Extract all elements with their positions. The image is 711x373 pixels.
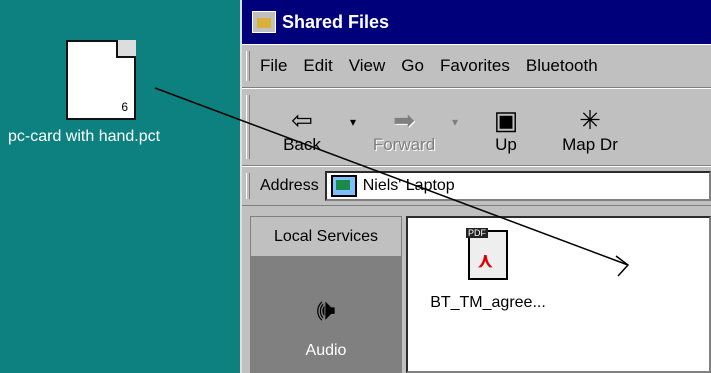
title-bar[interactable]: Shared Files: [242, 0, 711, 44]
forward-dropdown-icon[interactable]: ▾: [446, 115, 464, 129]
file-badge: 6: [121, 100, 128, 114]
forward-arrow-icon: ➡: [393, 105, 415, 135]
back-dropdown-icon[interactable]: ▾: [344, 115, 362, 129]
up-button[interactable]: ▣ Up: [464, 105, 548, 155]
audio-headset-icon: 🕪: [316, 294, 336, 327]
window-title: Shared Files: [282, 11, 390, 32]
up-folder-icon: ▣: [493, 105, 519, 135]
menu-edit[interactable]: Edit: [303, 56, 332, 76]
forward-label: Forward: [372, 135, 436, 154]
menu-bar: File Edit View Go Favorites Bluetooth: [242, 44, 711, 88]
explorer-window: Shared Files File Edit View Go Favorites…: [240, 0, 711, 373]
laptop-icon: [330, 175, 357, 197]
pdf-tag: PDF: [466, 228, 488, 238]
desktop-file-pc-card[interactable]: 6 pc-card with hand.pct: [8, 40, 208, 146]
address-bar-grip[interactable]: [246, 173, 250, 199]
file-list: PDF ⋏ BT_TM_agree...: [406, 216, 711, 373]
menu-go[interactable]: Go: [401, 56, 424, 76]
service-audio[interactable]: 🕪 Audio: [251, 257, 401, 373]
address-input[interactable]: Niels' Laptop: [324, 171, 711, 201]
map-drive-icon: ✳: [579, 105, 601, 135]
folder-window-icon: [252, 11, 276, 33]
pdf-file-icon: PDF ⋏: [466, 228, 508, 280]
desktop-file-label: pc-card with hand.pct: [8, 128, 161, 145]
content-area: Local Services 🕪 Audio PDF ⋏ BT_TM_agree…: [242, 208, 711, 373]
map-drive-label: Map Dr: [562, 135, 618, 154]
menu-favorites[interactable]: Favorites: [440, 56, 510, 76]
back-button[interactable]: ⇦ Back: [260, 105, 344, 155]
forward-button[interactable]: ➡ Forward: [362, 105, 446, 155]
back-arrow-icon: ⇦: [291, 105, 313, 135]
local-services-tab[interactable]: Local Services: [251, 217, 401, 257]
file-item[interactable]: PDF ⋏ BT_TM_agree...: [418, 228, 558, 312]
map-drive-button[interactable]: ✳ Map Dr: [548, 105, 632, 155]
desktop: 6 pc-card with hand.pct: [0, 0, 240, 373]
back-label: Back: [283, 135, 321, 154]
menu-file[interactable]: File: [260, 56, 287, 76]
up-label: Up: [495, 135, 517, 154]
menu-view[interactable]: View: [349, 56, 386, 76]
toolbar-grip[interactable]: [246, 95, 250, 159]
service-audio-label: Audio: [305, 342, 347, 359]
menu-bluetooth[interactable]: Bluetooth: [526, 56, 598, 76]
services-panel: Local Services 🕪 Audio: [250, 216, 402, 373]
address-value: Niels' Laptop: [362, 177, 455, 194]
pict-file-icon: 6: [66, 40, 136, 120]
address-bar: Address Niels' Laptop: [242, 166, 711, 206]
toolbar: ⇦ Back ▾ ➡ Forward ▾ ▣ Up ✳ Map Dr: [242, 88, 711, 166]
file-name: BT_TM_agree...: [430, 294, 546, 311]
menu-bar-grip[interactable]: [246, 51, 250, 81]
address-label: Address: [260, 177, 319, 194]
